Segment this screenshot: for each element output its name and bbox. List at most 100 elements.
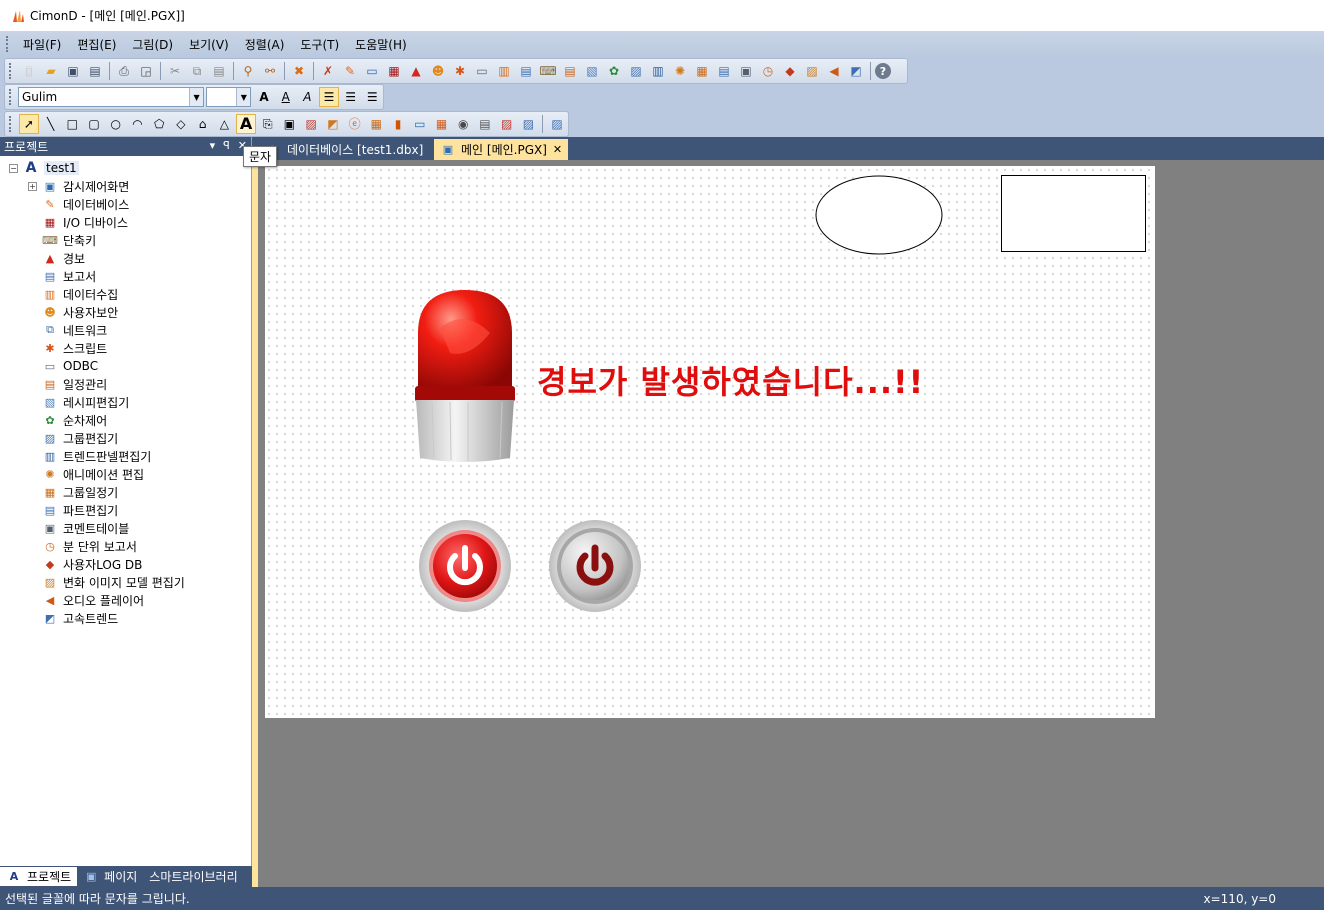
tree-item[interactable]: ▲ 경보 (0, 249, 251, 267)
user-security-icon[interactable]: ☻ (428, 61, 448, 81)
toolbar-grip[interactable] (9, 63, 12, 79)
audio-player-icon[interactable]: ◀ (824, 61, 844, 81)
tree-item[interactable]: ▣ 코멘트테이블 (0, 519, 251, 537)
database-icon[interactable]: ✎ (340, 61, 360, 81)
tree-item[interactable]: ☻ 사용자보안 (0, 303, 251, 321)
menu-file[interactable]: 파일(F) (15, 34, 69, 55)
freeform-tool-icon[interactable]: ⌂ (193, 114, 213, 134)
menu-view[interactable]: 보기(V) (181, 34, 237, 55)
recipe-editor-icon[interactable]: ▧ (582, 61, 602, 81)
animation-tool-icon[interactable]: ◩ (323, 114, 343, 134)
line-tool-icon[interactable]: ╲ (41, 114, 61, 134)
user-log-db-icon[interactable]: ◆ (780, 61, 800, 81)
help-icon[interactable]: ? (875, 63, 891, 79)
paste-icon[interactable]: ▤ (209, 61, 229, 81)
comment-table-icon[interactable]: ▣ (736, 61, 756, 81)
script-icon[interactable]: ✱ (450, 61, 470, 81)
tree-item[interactable]: ▨ 그룹편집기 (0, 429, 251, 447)
curve-tool-icon[interactable]: △ (214, 114, 234, 134)
align-center-icon[interactable]: ☰ (341, 87, 361, 107)
tab-smart-library[interactable]: 스마트라이브러리 (143, 866, 243, 887)
trend-panel-icon[interactable]: ▥ (648, 61, 668, 81)
ellipse-tool-icon[interactable]: ○ (106, 114, 126, 134)
sequence-control-icon[interactable]: ✿ (604, 61, 624, 81)
find-icon[interactable]: ⚲ (238, 61, 258, 81)
grid-tool-icon[interactable]: ▦ (432, 114, 452, 134)
menu-help[interactable]: 도움말(H) (347, 34, 415, 55)
io-device-icon[interactable]: ▦ (384, 61, 404, 81)
font-underline-icon[interactable]: A (276, 87, 296, 107)
menu-arrange[interactable]: 정렬(A) (237, 34, 293, 55)
new-file-icon[interactable]: ▯ (19, 61, 39, 81)
font-italic-icon[interactable]: A (298, 87, 318, 107)
font-name-combo[interactable]: Gulim ▼ (17, 87, 205, 107)
menu-tools[interactable]: 도구(T) (292, 34, 347, 55)
pin-icon[interactable]: ꟼ (223, 139, 230, 152)
insert-image-icon[interactable]: ▨ (547, 114, 567, 134)
bar-chart-tool-icon[interactable]: ▮ (388, 114, 408, 134)
select-arrow-icon[interactable]: ➚ (18, 114, 39, 134)
tools-icon[interactable]: ✗ (318, 61, 338, 81)
alarm-icon[interactable]: ▲ (406, 61, 426, 81)
save-icon[interactable]: ▣ (63, 61, 83, 81)
tree-item[interactable]: ✱ 스크립트 (0, 339, 251, 357)
image-model-icon[interactable]: ▨ (802, 61, 822, 81)
rectangle-tool-icon[interactable]: □ (62, 114, 82, 134)
tree-item[interactable]: ◆ 사용자LOG DB (0, 555, 251, 573)
cut-icon[interactable]: ✂ (165, 61, 185, 81)
collapse-icon[interactable]: − (9, 163, 18, 173)
copy-icon[interactable]: ⧉ (187, 61, 207, 81)
tree-item[interactable]: ⧉ 네트워크 (0, 321, 251, 339)
menubar-grip[interactable] (6, 36, 9, 52)
group-editor-icon[interactable]: ▨ (626, 61, 646, 81)
fast-trend-icon[interactable]: ◩ (846, 61, 866, 81)
data-collection-icon[interactable]: ▥ (494, 61, 514, 81)
odbc-icon[interactable]: ▭ (472, 61, 492, 81)
image-tool-icon[interactable]: ▨ (301, 114, 321, 134)
replace-icon[interactable]: ⚯ (260, 61, 280, 81)
menu-draw[interactable]: 그림(D) (124, 34, 181, 55)
tree-item[interactable]: ◷ 분 단위 보고서 (0, 537, 251, 555)
tree-item[interactable]: ▨ 변화 이미지 모델 편집기 (0, 573, 251, 591)
tree-item[interactable]: ▦ 그룹일정기 (0, 483, 251, 501)
picture-tool-icon[interactable]: ▨ (519, 114, 539, 134)
dropdown-icon[interactable]: ▾ (210, 139, 216, 152)
part-editor-icon[interactable]: ▤ (714, 61, 734, 81)
database-tool-icon[interactable]: ◉ (453, 114, 473, 134)
trend-tool-icon[interactable]: ▨ (497, 114, 517, 134)
tree-root[interactable]: − A test1 (0, 159, 251, 177)
power-button-on[interactable] (417, 518, 513, 614)
text-tool-icon[interactable]: A (236, 114, 256, 134)
polygon-tool-icon[interactable]: ⬠ (149, 114, 169, 134)
close-icon[interactable]: ✕ (553, 143, 562, 156)
tab-main-page[interactable]: ▣ 메인 [메인.PGX] ✕ (434, 139, 569, 160)
tree-item[interactable]: ◩ 고속트렌드 (0, 609, 251, 627)
delete-icon[interactable]: ✖ (289, 61, 309, 81)
tab-database[interactable]: ✎ 데이터베이스 [test1.dbx] (260, 139, 429, 160)
font-bold-icon[interactable]: A (254, 87, 274, 107)
schedule-icon[interactable]: ▤ (560, 61, 580, 81)
display-tool-icon[interactable]: ▭ (410, 114, 430, 134)
tree-item[interactable]: ▤ 일정관리 (0, 375, 251, 393)
tree-item[interactable]: ▤ 보고서 (0, 267, 251, 285)
shortcut-key-icon[interactable]: ⌨ (538, 61, 558, 81)
chevron-down-icon[interactable]: ▼ (189, 88, 204, 106)
table-tool-icon[interactable]: ▦ (366, 114, 386, 134)
menu-edit[interactable]: 편집(E) (69, 34, 124, 55)
tree-item[interactable]: ▤ 파트편집기 (0, 501, 251, 519)
tree-item[interactable]: ⌨ 단축키 (0, 231, 251, 249)
button-tool-icon[interactable]: ⎘ (258, 114, 278, 134)
print-preview-icon[interactable]: ◲ (136, 61, 156, 81)
tree-item[interactable]: ✎ 데이터베이스 (0, 195, 251, 213)
arc-tool-icon[interactable]: ◠ (128, 114, 148, 134)
monitor-screen-icon[interactable]: ▭ (362, 61, 382, 81)
tree-item[interactable]: ▥ 트렌드판넬편집기 (0, 447, 251, 465)
tree-item[interactable]: ▭ ODBC (0, 357, 251, 375)
tree-item[interactable]: ◀ 오디오 플레이어 (0, 591, 251, 609)
group-schedule-icon[interactable]: ▦ (692, 61, 712, 81)
tree-item[interactable]: ▥ 데이터수집 (0, 285, 251, 303)
alarm-beacon-image[interactable] (410, 288, 520, 463)
polyline-tool-icon[interactable]: ◇ (171, 114, 191, 134)
expand-icon[interactable]: + (28, 181, 37, 191)
ellipse-shape[interactable] (814, 174, 944, 258)
